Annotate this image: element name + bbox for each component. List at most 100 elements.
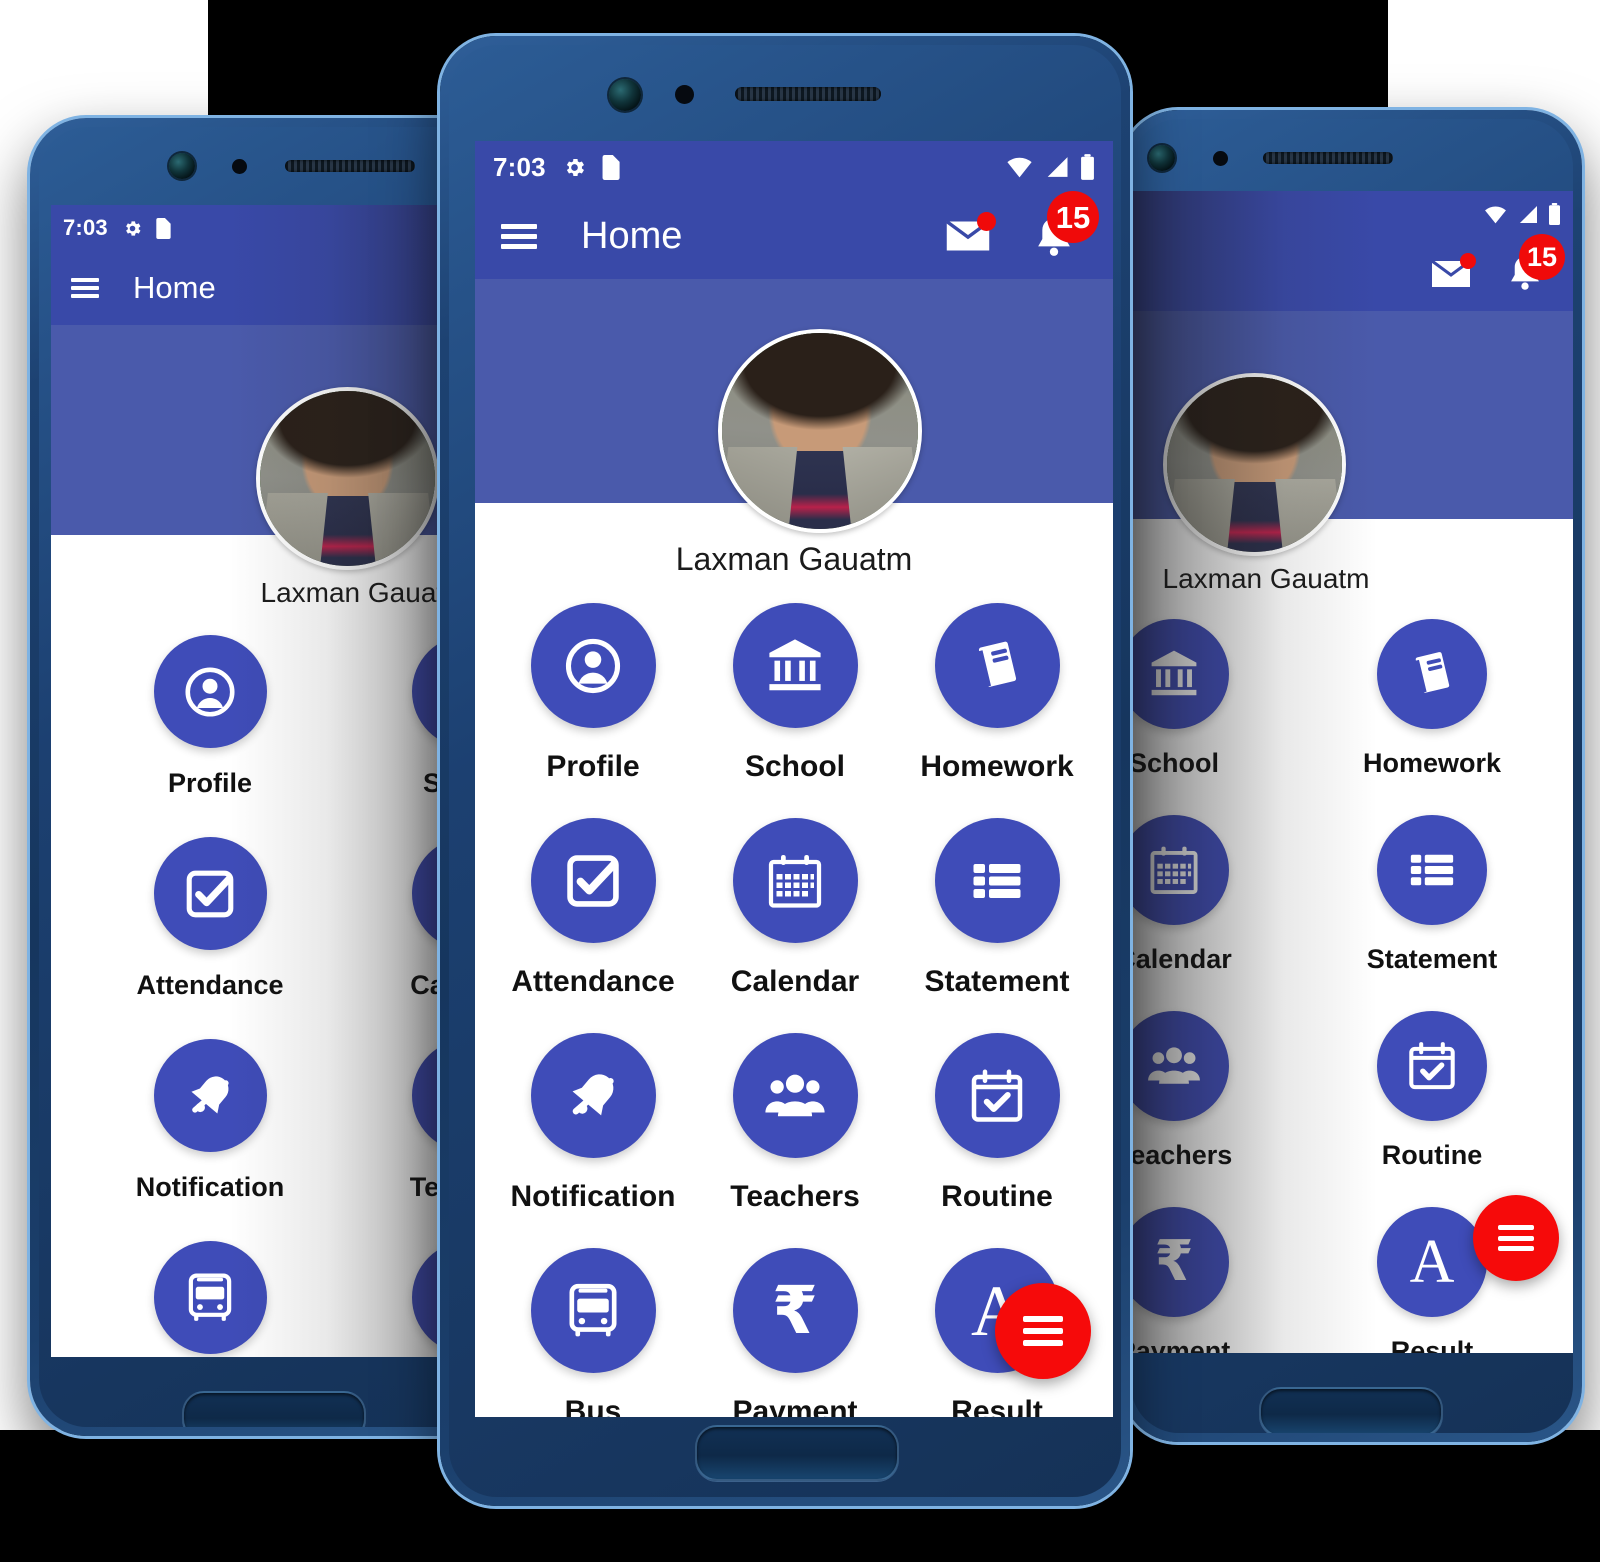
grid-label: Result xyxy=(951,1395,1043,1417)
mail-icon[interactable] xyxy=(1429,253,1476,291)
avatar[interactable] xyxy=(256,387,439,570)
right-phone: 15 Laxman Gauatm School Homework alendar… xyxy=(1122,110,1582,1442)
checkbox-check-icon xyxy=(153,837,267,950)
grid-tile-teachers[interactable]: Teachers xyxy=(1133,1011,1279,1171)
grid-tile-homework[interactable]: Homework xyxy=(1327,619,1537,779)
menu-icon[interactable] xyxy=(71,278,99,298)
right-phone-body: 15 Laxman Gauatm School Homework alendar… xyxy=(1131,119,1573,1433)
front-camera-icon xyxy=(609,79,641,111)
mail-icon[interactable] xyxy=(943,212,996,255)
earpiece-speaker xyxy=(285,160,415,172)
floating-action-button[interactable] xyxy=(1473,1195,1559,1281)
grid-tile-homework[interactable]: Homework xyxy=(913,603,1081,784)
book-icon xyxy=(934,603,1060,728)
app-bar: 15 xyxy=(1133,234,1573,311)
notification-badge: 15 xyxy=(1047,191,1099,243)
grid-label: Statement xyxy=(924,965,1070,998)
notification-badge: 15 xyxy=(1519,234,1565,280)
feature-grid: Profile School Homework Attendance Calen… xyxy=(509,603,1081,1417)
left-phone-body: 7:03 Home Laxman Gauatm Profile Attendan… xyxy=(39,127,491,1427)
grid-tile-routine[interactable]: Routine xyxy=(1327,1011,1537,1171)
grid-tile-statement[interactable]: Statement xyxy=(913,818,1081,999)
bus-icon xyxy=(153,1241,267,1354)
page-title: Home xyxy=(133,270,216,305)
grid-tile-notification[interactable]: Notification xyxy=(105,1039,315,1203)
avatar[interactable] xyxy=(1163,373,1346,556)
left-phone-screen: 7:03 Home Laxman Gauatm Profile Attendan… xyxy=(51,205,491,1357)
grid-label: Routine xyxy=(1381,1140,1483,1170)
grid-tile-payment[interactable]: ₹ Payment xyxy=(1133,1207,1279,1353)
rupee-icon: ₹ xyxy=(1133,1207,1229,1317)
grid-label: Calendar xyxy=(1133,944,1232,974)
grid-tile-bus[interactable]: Bus xyxy=(509,1248,677,1417)
screenshot-stage: 7:03 Home Laxman Gauatm Profile Attendan… xyxy=(0,0,1600,1562)
people-group-icon xyxy=(1133,1011,1229,1121)
home-button[interactable] xyxy=(695,1425,899,1481)
center-phone: 7:03 Home 15 Laxman Gauatm Profile Schoo… xyxy=(440,36,1130,1506)
backdrop-notch-left xyxy=(0,1430,230,1562)
menu-icon[interactable] xyxy=(501,223,537,249)
status-bar-left: 7:03 xyxy=(493,152,620,183)
grid-tile-school[interactable]: School xyxy=(711,603,879,784)
grid-label: School xyxy=(1133,748,1219,778)
user-circle-icon xyxy=(530,603,656,728)
mail-unread-dot xyxy=(1460,253,1476,269)
grid-tile-calendar[interactable]: Calendar xyxy=(711,818,879,999)
profile-name: Laxman Gauatm xyxy=(675,541,913,577)
grid-label: Bus xyxy=(564,1395,622,1417)
grid-tile-profile[interactable]: Profile xyxy=(105,635,315,799)
grid-tile-attendance[interactable]: Attendance xyxy=(105,837,315,1001)
backdrop-notch-right xyxy=(1380,1430,1600,1562)
grid-label: Homework xyxy=(1362,748,1502,778)
gear-icon xyxy=(562,155,587,180)
grid-label: Calendar xyxy=(730,965,860,998)
bell-icon[interactable]: 15 xyxy=(1503,234,1565,300)
bank-building-icon xyxy=(732,603,858,728)
grid-tile-notification[interactable]: Notification xyxy=(509,1033,677,1214)
sim-card-icon xyxy=(601,154,620,180)
grid-label: Result xyxy=(1390,1336,1474,1353)
grid-tile-teachers[interactable]: Teachers xyxy=(711,1033,879,1214)
page-title: Home xyxy=(581,214,683,257)
people-group-icon xyxy=(732,1033,858,1158)
earpiece-speaker xyxy=(1263,152,1393,164)
grid-label: Teachers xyxy=(1133,1140,1233,1170)
center-phone-body: 7:03 Home 15 Laxman Gauatm Profile Schoo… xyxy=(449,45,1121,1497)
avatar-photo xyxy=(260,391,435,566)
proximity-sensor-icon xyxy=(1213,151,1228,166)
grid-tile-statement[interactable]: Statement xyxy=(1327,815,1537,975)
profile-name: Laxman Gauatm xyxy=(260,577,468,608)
grid-tile-profile[interactable]: Profile xyxy=(509,603,677,784)
wifi-icon xyxy=(1006,156,1033,178)
signal-icon xyxy=(1043,156,1070,178)
avatar[interactable] xyxy=(718,329,922,533)
calendar-icon xyxy=(732,818,858,943)
left-phone: 7:03 Home Laxman Gauatm Profile Attendan… xyxy=(30,118,500,1436)
center-phone-screen: 7:03 Home 15 Laxman Gauatm Profile Schoo… xyxy=(475,141,1113,1417)
bell-icon[interactable]: 15 xyxy=(1029,191,1099,265)
home-button[interactable] xyxy=(182,1391,366,1427)
app-bar: Home xyxy=(51,251,491,325)
grid-label: Payment xyxy=(732,1395,858,1417)
grid-tile-calendar[interactable]: Calendar xyxy=(1133,815,1279,975)
home-button[interactable] xyxy=(1259,1387,1443,1433)
right-phone-screen: 15 Laxman Gauatm School Homework alendar… xyxy=(1133,191,1573,1353)
grid-tile-routine[interactable]: Routine xyxy=(913,1033,1081,1214)
grid-tile-bus[interactable]: Bus xyxy=(105,1241,315,1357)
list-icon xyxy=(934,818,1060,943)
grid-tile-attendance[interactable]: Attendance xyxy=(509,818,677,999)
checkbox-check-icon xyxy=(530,818,656,943)
avatar-photo xyxy=(1167,377,1342,552)
grid-label: Homework xyxy=(920,750,1074,783)
status-time: 7:03 xyxy=(493,151,546,182)
grid-tile-payment[interactable]: ₹ Payment xyxy=(711,1248,879,1417)
grid-tile-school[interactable]: School xyxy=(1133,619,1279,779)
bell-off-icon xyxy=(153,1039,267,1152)
floating-action-button[interactable] xyxy=(995,1283,1091,1379)
bell-off-icon xyxy=(530,1033,656,1158)
grid-label: Payment xyxy=(1133,1336,1231,1353)
grid-label: Statement xyxy=(1366,944,1498,974)
status-bar-right xyxy=(1006,154,1095,180)
user-circle-icon xyxy=(153,635,267,748)
grid-label: Profile xyxy=(167,768,253,798)
